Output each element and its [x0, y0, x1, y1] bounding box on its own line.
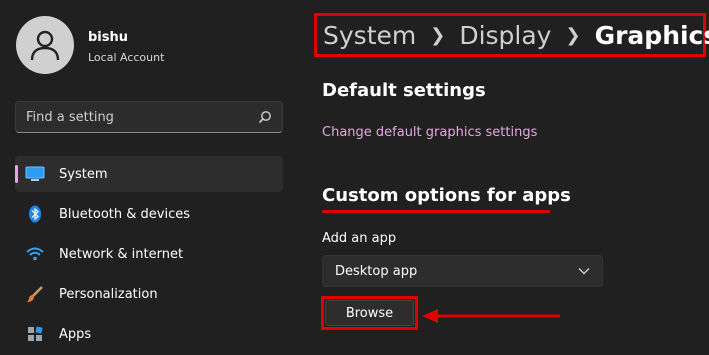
account-type: Local Account — [88, 51, 165, 64]
app-type-dropdown[interactable]: Desktop app — [322, 255, 603, 287]
sidebar-item-label: Bluetooth & devices — [59, 206, 190, 222]
sidebar-item-label: Network & internet — [59, 246, 184, 262]
sidebar-item-label: System — [59, 166, 108, 182]
annotation-arrow-icon — [422, 309, 560, 323]
sidebar-item-label: Apps — [59, 326, 92, 342]
sidebar-item-bluetooth[interactable]: Bluetooth & devices — [15, 196, 283, 232]
sidebar-item-network[interactable]: Network & internet — [15, 236, 283, 272]
avatar[interactable] — [16, 16, 74, 74]
bluetooth-icon — [25, 205, 45, 223]
paintbrush-icon — [25, 285, 45, 303]
sidebar-item-label: Personalization — [59, 286, 158, 302]
custom-options-title: Custom options for apps — [322, 185, 571, 206]
wifi-icon — [25, 245, 45, 263]
sidebar-item-system[interactable]: System — [15, 156, 283, 192]
active-indicator — [15, 165, 18, 183]
default-settings-title: Default settings — [322, 80, 486, 101]
breadcrumb-display[interactable]: Display — [459, 21, 551, 50]
search-icon[interactable] — [258, 110, 272, 124]
breadcrumb-system[interactable]: System — [323, 21, 416, 50]
chevron-right-icon: ❯ — [430, 24, 446, 46]
search-input[interactable] — [26, 109, 258, 125]
chevron-right-icon: ❯ — [565, 24, 581, 46]
sidebar-item-apps[interactable]: Apps — [15, 316, 283, 352]
monitor-icon — [25, 165, 45, 183]
add-app-label: Add an app — [322, 231, 397, 246]
annotation-underline — [322, 210, 550, 213]
breadcrumb-graphics: Graphics — [594, 20, 709, 50]
chevron-down-icon — [578, 268, 590, 275]
browse-button[interactable]: Browse — [325, 300, 414, 326]
breadcrumb: System ❯ Display ❯ Graphics — [314, 13, 709, 57]
apps-icon — [25, 325, 45, 343]
search-box[interactable] — [15, 101, 283, 133]
change-default-graphics-link[interactable]: Change default graphics settings — [322, 125, 537, 140]
user-name: bishu — [88, 30, 129, 45]
sidebar-item-personalization[interactable]: Personalization — [15, 276, 283, 312]
person-icon — [30, 30, 60, 61]
dropdown-selected-value: Desktop app — [335, 263, 418, 279]
